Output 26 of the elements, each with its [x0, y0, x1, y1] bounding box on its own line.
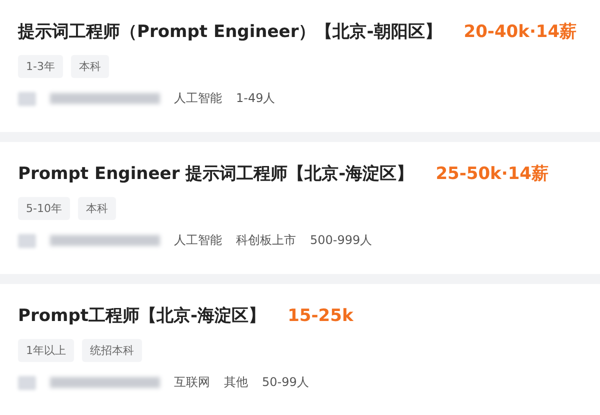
job-title: Prompt工程师【北京-海淀区】: [18, 305, 266, 327]
salary: 20-40k·14薪: [464, 21, 577, 43]
company-info: 1-49人: [236, 90, 276, 107]
job-title: 提示词工程师（Prompt Engineer）【北京-朝阳区】: [18, 21, 442, 43]
job-card[interactable]: Prompt工程师【北京-海淀区】 15-25k 1年以上 统招本科 互联网 其他 50-99人: [0, 284, 600, 415]
company-info: 科创板上市: [236, 232, 296, 249]
company-info: 人工智能: [174, 232, 222, 249]
requirement-tag: 统招本科: [82, 339, 142, 362]
job-card[interactable]: 提示词工程师（Prompt Engineer）【北京-朝阳区】 20-40k·14薪 1-3年 本科 人工智能 1-49人: [0, 0, 600, 132]
company-info: 人工智能: [174, 90, 222, 107]
blurred-logo: [18, 234, 36, 248]
salary: 15-25k: [288, 306, 354, 326]
requirement-tag: 本科: [78, 197, 116, 220]
job-card[interactable]: Prompt Engineer 提示词工程师【北京-海淀区】 25-50k·14薪 5-10年 本科 人工智能 科创板上市 500-999人: [0, 142, 600, 274]
company-info: 互联网: [174, 374, 210, 391]
salary: 25-50k·14薪: [436, 163, 548, 185]
blurred-logo: [18, 376, 36, 390]
company-info: 500-999人: [310, 232, 372, 249]
requirement-tag: 1-3年: [18, 55, 63, 78]
job-title: Prompt Engineer 提示词工程师【北京-海淀区】: [18, 163, 414, 185]
company-info: 50-99人: [262, 374, 309, 391]
requirement-tag: 1年以上: [18, 339, 74, 362]
requirement-tag: 5-10年: [18, 197, 70, 220]
requirement-tag: 本科: [70, 55, 109, 78]
company-info: 其他: [224, 374, 248, 391]
blurred-logo: [18, 92, 36, 106]
